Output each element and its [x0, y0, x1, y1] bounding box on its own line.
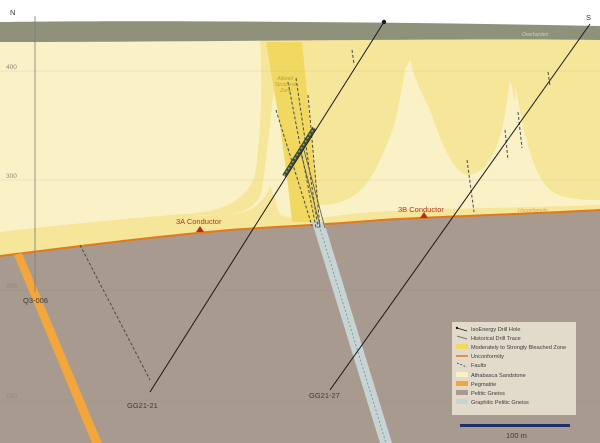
- pelitic-gneiss-swatch: [456, 390, 468, 395]
- scale-bar-label: 100 m: [506, 431, 527, 440]
- legend-label: IsoEnergy Drill Hole: [471, 327, 520, 333]
- legend-label: Pelitic Gneiss: [471, 391, 505, 397]
- sandstone-swatch: [456, 372, 468, 377]
- geological-cross-section: 400 300 200 100 Altered Structural Zone …: [0, 0, 600, 443]
- sky-band: [0, 0, 600, 22]
- legend-label: Graphitic Pelitic Gneiss: [471, 400, 529, 406]
- legend-label: Athabasca Sandstone: [471, 373, 526, 379]
- altered-zone-label-line: Zone: [279, 88, 292, 94]
- pegmatite-swatch: [456, 381, 468, 386]
- sandstone-pocket: [0, 40, 262, 232]
- legend-label: Faults: [471, 363, 486, 369]
- conductor-3b-label: 3B Conductor: [398, 205, 444, 214]
- legend-label: Historical Drill Trace: [471, 336, 521, 342]
- scale-bar: [460, 424, 570, 427]
- drill-hole-label-q3-006: Q3-006: [23, 296, 48, 305]
- conductor-3a-label: 3A Conductor: [176, 217, 222, 226]
- legend: IsoEnergy Drill Hole Historical Drill Tr…: [452, 322, 576, 415]
- elevation-label: 100: [6, 393, 17, 400]
- south-label: S: [586, 13, 591, 22]
- overburden-layer: [0, 21, 600, 42]
- elevation-label: 300: [6, 173, 17, 180]
- legend-label: Unconformity: [471, 354, 504, 360]
- legend-label: Pegmatite: [471, 382, 496, 388]
- isoenergy-drill-hole-icon: [455, 326, 459, 330]
- elevation-label: 200: [6, 283, 17, 290]
- drill-collar-gg21-21: [381, 19, 387, 25]
- graphitic-gneiss-swatch: [456, 399, 468, 404]
- overburden-label: Overburden: [522, 32, 549, 38]
- drill-hole-label-gg21-21: GG21-21: [127, 401, 158, 410]
- north-label: N: [10, 8, 15, 17]
- drill-hole-label-gg21-27: GG21-27: [309, 391, 340, 400]
- elevation-label: 400: [6, 64, 17, 71]
- legend-label: Moderately to Strongly Bleached Zone: [471, 345, 566, 351]
- bleached-zone-swatch: [456, 344, 468, 349]
- unconformity-label: Unconformity: [518, 208, 548, 214]
